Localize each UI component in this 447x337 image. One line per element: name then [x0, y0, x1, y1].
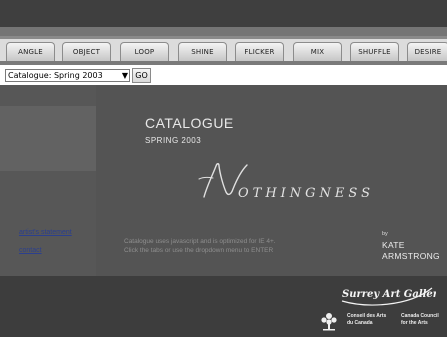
info-line-1: Catalogue uses javascript and is optimiz… [124, 238, 276, 245]
artist-name: KATE ARMSTRONG [382, 240, 440, 262]
contact-link[interactable]: contact [19, 247, 42, 254]
logo-text: OTHINGNESS [238, 186, 371, 201]
tab-object[interactable]: OBJECT [62, 42, 111, 61]
catalogue-select[interactable]: Catalogue: Spring 2003 ▼ [5, 69, 130, 82]
tab-loop[interactable]: LOOP [120, 42, 169, 61]
chevron-down-icon[interactable]: ▼ [122, 70, 128, 81]
canada-council-icon [321, 313, 337, 331]
artist-last-name: ARMSTRONG [382, 251, 440, 261]
artist-first-name: KATE [382, 240, 405, 250]
tab-shuffle[interactable]: SHUFFLE [350, 42, 399, 61]
top-band [0, 0, 447, 27]
sidebar-panel [0, 106, 96, 171]
council-french-line-1: Conseil des Arts [347, 313, 387, 319]
council-french-line-2: du Canada [347, 319, 373, 326]
gallery-logo-text: Surrey Art Gallery [342, 289, 436, 300]
go-button[interactable]: GO [132, 68, 151, 83]
catalogue-subtitle: SPRING 2003 [145, 136, 202, 145]
by-label: by [382, 231, 388, 237]
nothingness-logo: OTHINGNESS [198, 163, 371, 201]
info-line-2: Click the tabs or use the dropdown menu … [124, 247, 274, 254]
surrey-art-gallery-logo[interactable]: Surrey Art Gallery [336, 282, 436, 308]
council-english-line-1: Canada Council [401, 313, 439, 319]
council-english-label: Canada Council for the Arts [401, 313, 439, 326]
catalogue-select-value: Catalogue: Spring 2003 [8, 71, 103, 80]
controls-bar: Catalogue: Spring 2003 ▼ GO [0, 65, 447, 85]
header-bar [0, 27, 447, 36]
tab-flicker[interactable]: FLICKER [235, 42, 284, 61]
tab-mix[interactable]: MIX [293, 42, 342, 61]
council-french-label: Conseil des Arts du Canada [347, 313, 386, 326]
tab-shine[interactable]: SHINE [178, 42, 227, 61]
tab-angle[interactable]: ANGLE [6, 42, 55, 61]
info-text: Catalogue uses javascript and is optimiz… [124, 237, 354, 255]
catalogue-title: CATALOGUE [145, 115, 234, 131]
tab-desire[interactable]: DESIRE [407, 42, 447, 61]
artist-statement-link[interactable]: artist's statement [19, 229, 72, 236]
council-english-line-2: for the Arts [401, 319, 428, 326]
